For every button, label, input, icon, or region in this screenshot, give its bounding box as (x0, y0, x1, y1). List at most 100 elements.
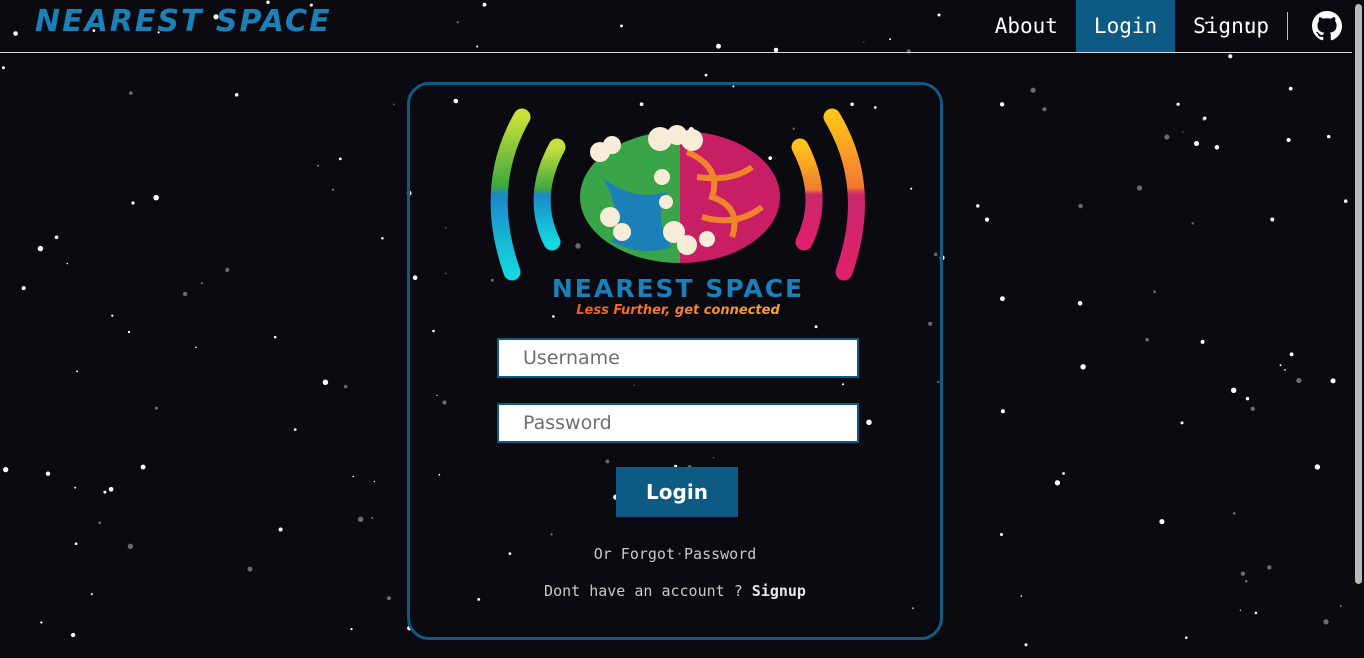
star (1286, 137, 1291, 143)
username-input[interactable] (497, 338, 859, 378)
star (1230, 387, 1237, 394)
star (343, 384, 348, 389)
star (1, 66, 5, 70)
star (234, 93, 239, 97)
star (331, 188, 335, 191)
star (1062, 472, 1065, 475)
star (1284, 369, 1286, 371)
star (1245, 396, 1250, 401)
star (74, 486, 77, 489)
star (140, 464, 146, 470)
star (1054, 480, 1061, 486)
star (247, 566, 253, 572)
star (1288, 86, 1293, 91)
star (1228, 54, 1233, 59)
star (3, 466, 9, 473)
star (1239, 609, 1242, 611)
login-button[interactable]: Login (616, 467, 738, 517)
star (350, 627, 353, 631)
star (1030, 87, 1036, 93)
star (1343, 199, 1348, 203)
no-account-text: Dont have an account ? (544, 582, 743, 600)
star (1042, 107, 1047, 112)
star (1185, 636, 1188, 639)
star (1164, 134, 1170, 140)
star (108, 486, 114, 492)
star (21, 286, 26, 291)
star (1244, 579, 1248, 583)
signup-prompt: Dont have an account ? Signup (410, 582, 940, 600)
signup-link[interactable]: Signup (752, 582, 806, 600)
star (1077, 301, 1083, 306)
star (1145, 337, 1149, 342)
star (1136, 185, 1143, 191)
star (127, 330, 131, 334)
star (386, 596, 392, 601)
star (225, 267, 230, 272)
star (54, 235, 59, 240)
star (1193, 140, 1200, 147)
star (999, 532, 1004, 537)
star (1254, 611, 1258, 615)
star (1323, 619, 1329, 625)
star (154, 406, 159, 410)
forgot-password-link[interactable]: Or Forgot Password (594, 545, 757, 563)
star (40, 621, 43, 624)
top-navbar: NEAREST SPACE About Login Signup (0, 0, 1352, 53)
star (1203, 116, 1207, 120)
star (45, 471, 51, 476)
star (1214, 145, 1220, 150)
logo-tagline: Less Further, get connected (576, 303, 780, 317)
star (1240, 571, 1246, 576)
star (278, 527, 283, 532)
star (1326, 134, 1331, 139)
logo-title: NEAREST SPACE (552, 274, 804, 303)
star (352, 475, 354, 478)
star (1078, 203, 1083, 209)
github-icon[interactable] (1312, 11, 1342, 41)
star (381, 237, 384, 240)
star (74, 542, 78, 546)
star (293, 428, 297, 431)
star (999, 296, 1005, 302)
star (195, 346, 197, 349)
star (90, 593, 93, 596)
star (200, 282, 204, 285)
scrollbar-thumb[interactable] (1355, 4, 1362, 584)
star (1191, 222, 1194, 225)
star (127, 543, 134, 549)
star (317, 165, 319, 167)
forgot-password-row: Or Forgot Password (410, 545, 940, 563)
star (66, 262, 69, 265)
star (37, 245, 44, 252)
nav-signup[interactable]: Signup (1175, 0, 1287, 52)
star (1024, 643, 1028, 647)
star (1182, 131, 1184, 133)
star (1159, 519, 1165, 525)
password-input[interactable] (497, 403, 859, 443)
star (976, 204, 980, 208)
star (373, 480, 376, 483)
star (1250, 406, 1255, 412)
star (1200, 339, 1205, 344)
github-link[interactable] (1288, 0, 1352, 52)
star (984, 217, 990, 222)
scrollbar[interactable] (1352, 0, 1364, 658)
nav-login[interactable]: Login (1075, 0, 1176, 52)
star (1180, 421, 1184, 425)
star (98, 521, 102, 525)
brand-logo-text[interactable]: NEAREST SPACE (35, 4, 332, 39)
star (371, 517, 373, 519)
star (1289, 352, 1294, 357)
star (153, 194, 159, 201)
star (338, 157, 342, 161)
star (1153, 290, 1156, 294)
star (357, 516, 364, 522)
nav-links: About Login Signup (977, 0, 1352, 52)
star (182, 291, 188, 297)
star (1314, 464, 1321, 470)
star (1000, 409, 1005, 414)
nav-about[interactable]: About (977, 0, 1076, 52)
login-card: NEAREST SPACE Less Further, get connecte… (407, 82, 943, 640)
star (1270, 217, 1275, 222)
